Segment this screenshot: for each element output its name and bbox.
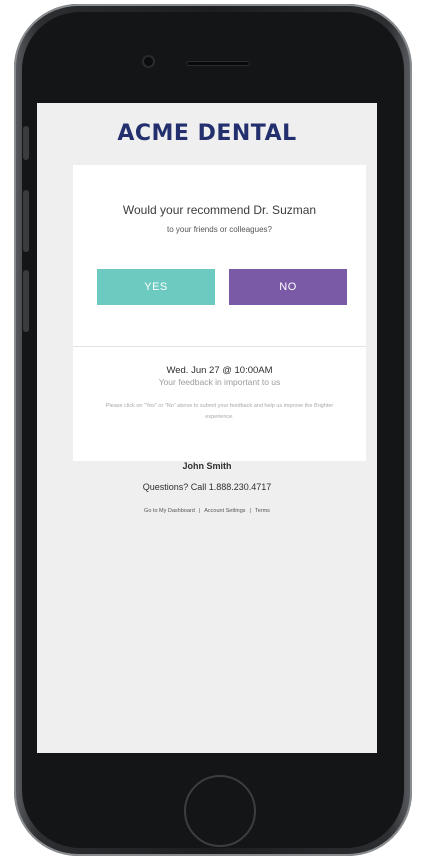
volume-up-button <box>23 190 29 252</box>
footer-links: Go to My Dashboard | Account Settings | Term… <box>37 508 377 514</box>
no-button[interactable]: NO <box>229 269 347 305</box>
support-phone[interactable]: Questions? Call 1.888.230.4717 <box>37 482 377 492</box>
appointment-date: Wed. Jun 27 @ 10:00AM <box>166 365 273 376</box>
link-separator: | <box>249 508 251 514</box>
dashboard-link[interactable]: Go to My Dashboard <box>144 508 195 514</box>
volume-down-button <box>23 270 29 332</box>
mute-switch <box>23 126 29 160</box>
account-settings-link[interactable]: Account Settings <box>204 508 245 514</box>
home-button[interactable] <box>184 775 256 847</box>
feedback-instructions: Please click on "Yes" or "No" above to s… <box>105 403 334 420</box>
yes-button[interactable]: YES <box>97 269 215 305</box>
link-separator: | <box>198 508 201 514</box>
front-camera-icon <box>144 57 153 66</box>
feedback-note: Your feedback in important to us <box>158 377 281 387</box>
phone-screen: ACME DENTAL Would your recommend Dr. Suz… <box>37 103 377 753</box>
earpiece-speaker <box>186 61 250 66</box>
card-divider <box>73 346 366 347</box>
survey-sub-question: to your friends or colleagues? <box>167 225 272 234</box>
user-name: John Smith <box>182 461 232 471</box>
survey-card: Would your recommend Dr. Suzman to your … <box>73 165 366 461</box>
survey-question: Would your recommend Dr. Suzman <box>122 203 317 217</box>
terms-link[interactable]: Terms <box>255 508 270 514</box>
brand-title: ACME DENTAL <box>117 121 297 146</box>
